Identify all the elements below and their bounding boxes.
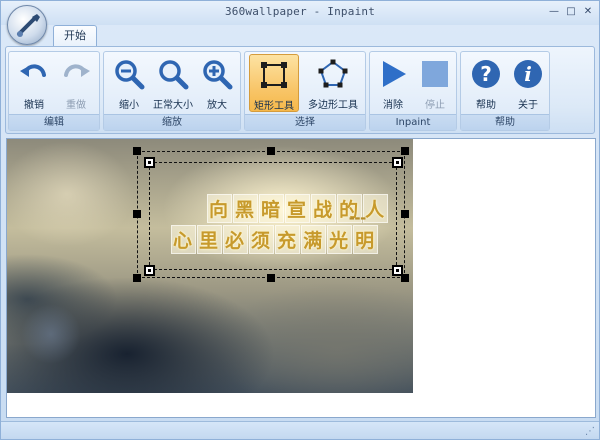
zoom-normal-icon <box>159 60 189 90</box>
group-edit-label: 编辑 <box>9 114 99 130</box>
close-button[interactable]: ✕ <box>581 6 595 18</box>
tab-home[interactable]: 开始 <box>53 25 97 47</box>
stop-label: 停止 <box>425 100 445 111</box>
inner-handle-top-left[interactable] <box>144 157 155 168</box>
status-bar: ⋰ <box>1 421 599 439</box>
selection-handle-bottom[interactable] <box>267 274 275 282</box>
polygon-tool-button[interactable]: 多边形工具 <box>307 54 359 112</box>
selection-inner-rectangle <box>149 162 397 270</box>
about-button[interactable]: i 关于 <box>507 54 549 112</box>
window-title: 360wallpaper - Inpaint <box>224 5 376 18</box>
redo-label: 重做 <box>66 100 86 111</box>
resize-grip-icon[interactable]: ⋰ <box>585 426 595 437</box>
restore-button[interactable]: □ <box>564 6 578 18</box>
group-help-label: 帮助 <box>461 114 549 130</box>
group-inpaint-label: Inpaint <box>370 114 456 130</box>
rectangle-tool-button[interactable]: 矩形工具 <box>249 54 299 112</box>
stop-button[interactable]: 停止 <box>414 54 456 112</box>
group-edit: 撤销 重做 编辑 <box>8 51 100 131</box>
app-menu-button[interactable] <box>7 5 47 45</box>
inner-handle-top-right[interactable] <box>392 157 403 168</box>
zoom-in-button[interactable]: 放大 <box>196 54 238 112</box>
ribbon: 撤销 重做 编辑 缩小 正常大小 放大 缩放 矩形工具 多边形工具 选择 消除 … <box>5 46 595 134</box>
redo-button[interactable]: 重做 <box>55 54 97 112</box>
selection-handle-top[interactable] <box>267 147 275 155</box>
rectangle-tool-label: 矩形工具 <box>254 101 294 112</box>
title-bar[interactable]: 360wallpaper - Inpaint — □ ✕ <box>1 1 599 25</box>
selection-handle-top-right[interactable] <box>401 147 409 155</box>
group-help: ? 帮助 i 关于 帮助 <box>460 51 550 131</box>
group-inpaint: 消除 停止 Inpaint <box>369 51 457 131</box>
redo-icon <box>64 64 90 77</box>
svg-text:?: ? <box>480 62 492 86</box>
undo-icon <box>20 64 46 77</box>
info-icon: i <box>514 60 542 88</box>
group-zoom: 缩小 正常大小 放大 缩放 <box>103 51 241 131</box>
minimize-button[interactable]: — <box>547 6 561 18</box>
selection-handle-top-left[interactable] <box>133 147 141 155</box>
lens-flare <box>21 304 81 364</box>
group-select-label: 选择 <box>245 114 365 130</box>
selection-handle-left[interactable] <box>133 210 141 218</box>
inner-handle-bottom-left[interactable] <box>144 265 155 276</box>
svg-text:i: i <box>524 62 532 86</box>
zoom-in-label: 放大 <box>207 100 227 111</box>
app-window: 360wallpaper - Inpaint — □ ✕ 开始 撤销 重做 编辑… <box>0 0 600 440</box>
group-select: 矩形工具 多边形工具 选择 <box>244 51 366 131</box>
polygon-tool-icon <box>318 59 348 88</box>
play-icon <box>383 61 406 87</box>
help-icon: ? <box>472 60 500 88</box>
app-logo-icon <box>17 14 40 37</box>
group-zoom-label: 缩放 <box>104 114 240 130</box>
selection-handle-bottom-left[interactable] <box>133 274 141 282</box>
image-canvas[interactable]: 向黑暗宣战的人 心里必须充满光明 ▬▬▬ <box>6 138 596 418</box>
rectangle-tool-icon <box>261 62 287 88</box>
selection-handle-right[interactable] <box>401 210 409 218</box>
inner-handle-bottom-right[interactable] <box>392 265 403 276</box>
zoom-out-icon <box>115 60 145 90</box>
wallpaper-image[interactable]: 向黑暗宣战的人 心里必须充满光明 ▬▬▬ <box>7 139 413 393</box>
stop-icon <box>422 61 448 87</box>
polygon-tool-label: 多边形工具 <box>308 100 358 111</box>
zoom-in-icon <box>203 60 233 90</box>
about-label: 关于 <box>518 100 538 111</box>
